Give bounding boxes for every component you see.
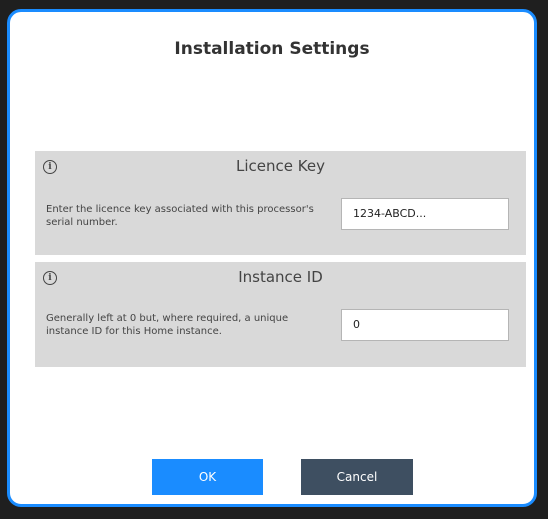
instance-id-description: Generally left at 0 but, where required,… <box>46 313 289 337</box>
ok-button[interactable]: OK <box>152 459 263 495</box>
licence-key-title: Licence Key <box>236 157 325 175</box>
cancel-button[interactable]: Cancel <box>301 459 413 495</box>
licence-key-input[interactable]: 1234-ABCD... <box>341 198 509 230</box>
instance-id-panel: i Instance ID Generally left at 0 but, w… <box>35 262 526 367</box>
instance-id-title: Instance ID <box>238 268 323 286</box>
dialog-title: Installation Settings <box>174 39 370 59</box>
installation-settings-dialog: Installation Settings i Licence Key Ente… <box>7 9 537 507</box>
licence-key-description: Enter the licence key associated with th… <box>46 204 314 228</box>
instance-id-input[interactable]: 0 <box>341 309 509 341</box>
licence-key-panel: i Licence Key Enter the licence key asso… <box>35 151 526 255</box>
